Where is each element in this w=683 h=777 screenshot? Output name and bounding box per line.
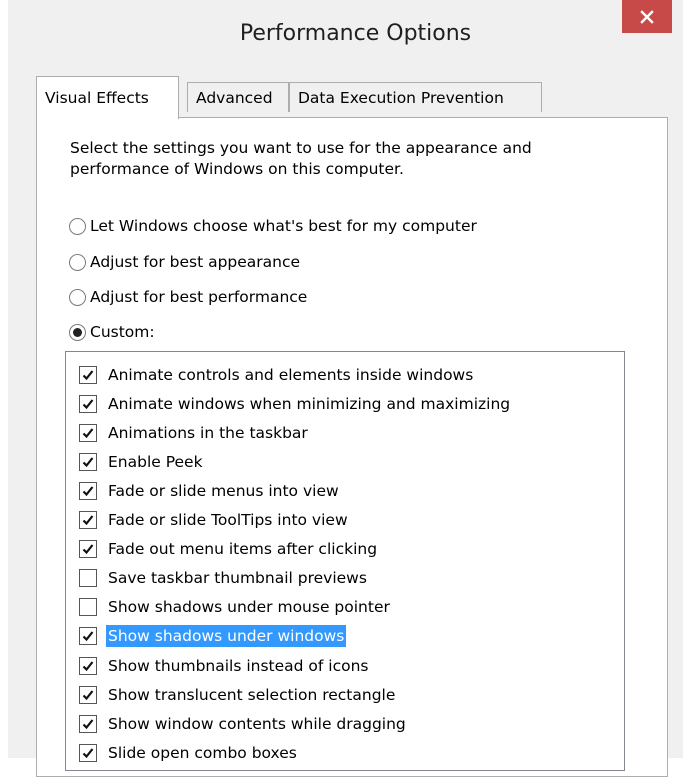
- effect-item[interactable]: Fade or slide menus into view: [79, 476, 341, 505]
- checkmark-icon: [82, 398, 94, 409]
- checkbox[interactable]: [79, 743, 97, 762]
- checkbox[interactable]: [79, 511, 97, 529]
- checkbox[interactable]: [79, 452, 97, 471]
- close-icon: [640, 9, 654, 24]
- effect-item[interactable]: Show shadows under windows: [79, 622, 347, 651]
- effect-label: Fade or slide menus into view: [108, 481, 339, 500]
- effect-label: Slide open combo boxes: [108, 743, 297, 762]
- effect-label: Animate controls and elements inside win…: [108, 365, 474, 384]
- window-title: Performance Options: [239, 21, 472, 46]
- effect-item[interactable]: Animations in the taskbar: [79, 418, 310, 447]
- checkmark-icon: [82, 631, 94, 642]
- tab-visual-effects[interactable]: Visual Effects: [36, 76, 179, 119]
- radio-button[interactable]: [69, 323, 86, 341]
- checkmark-icon: [82, 369, 94, 380]
- effect-item[interactable]: Slide open combo boxes: [79, 738, 299, 767]
- intro-text: Select the settings you want to use for …: [70, 139, 532, 178]
- radio-best-performance[interactable]: Adjust for best performance: [69, 285, 307, 309]
- checkmark-icon: [82, 457, 94, 467]
- effect-item[interactable]: Fade or slide ToolTips into view: [79, 506, 350, 535]
- radio-button[interactable]: [69, 288, 86, 306]
- tab-advanced[interactable]: Advanced: [187, 82, 289, 112]
- checkbox[interactable]: [79, 569, 97, 588]
- checkbox[interactable]: [79, 656, 97, 675]
- radio-label: Adjust for best performance: [90, 288, 308, 306]
- performance-options-window: Performance Options Visual Effects Advan…: [8, 0, 683, 777]
- checkbox[interactable]: [79, 394, 97, 413]
- checkbox[interactable]: [79, 685, 97, 704]
- effect-label: Show window contents while dragging: [108, 714, 406, 733]
- effect-label: Enable Peek: [108, 452, 203, 471]
- radio-label: Adjust for best appearance: [90, 253, 301, 271]
- checkbox[interactable]: [79, 540, 97, 559]
- radio-label: Let Windows choose what's best for my co…: [90, 217, 477, 235]
- radio-button[interactable]: [69, 253, 86, 271]
- visual-effects-panel: Select the settings you want to use for …: [36, 117, 668, 777]
- radio-custom[interactable]: Custom:: [69, 320, 155, 344]
- effect-item[interactable]: Show shadows under mouse pointer: [79, 593, 392, 622]
- checkmark-icon: [82, 544, 94, 555]
- effect-label: Show shadows under mouse pointer: [108, 598, 390, 617]
- effect-item[interactable]: Animate controls and elements inside win…: [79, 360, 475, 389]
- close-button[interactable]: [622, 0, 672, 33]
- checkbox[interactable]: [79, 423, 97, 442]
- radio-best-appearance[interactable]: Adjust for best appearance: [69, 250, 300, 274]
- title-bar[interactable]: Performance Options: [8, 0, 683, 74]
- effect-label: Animations in the taskbar: [108, 423, 308, 442]
- checkbox[interactable]: [79, 365, 97, 384]
- effect-item[interactable]: Show window contents while dragging: [79, 709, 408, 738]
- effect-label: Fade out menu items after clicking: [108, 540, 378, 559]
- effect-label: Show shadows under windows: [106, 625, 347, 648]
- radio-button[interactable]: [69, 217, 86, 235]
- effect-label: Animate windows when minimizing and maxi…: [108, 394, 511, 413]
- effect-label: Fade or slide ToolTips into view: [108, 511, 348, 529]
- checkmark-icon: [82, 689, 94, 700]
- checkbox[interactable]: [79, 481, 97, 500]
- checkmark-icon: [82, 660, 94, 671]
- tab-data-execution-prevention[interactable]: Data Execution Prevention: [289, 82, 542, 112]
- effect-label: Show translucent selection rectangle: [108, 685, 396, 704]
- checkmark-icon: [82, 428, 94, 438]
- checkmark-icon: [82, 486, 94, 497]
- checkbox[interactable]: [79, 714, 97, 733]
- effect-item[interactable]: Save taskbar thumbnail previews: [79, 564, 369, 593]
- visual-effects-list[interactable]: Animate controls and elements inside win…: [65, 351, 625, 771]
- checkmark-icon: [82, 515, 94, 526]
- checkbox[interactable]: [79, 627, 97, 646]
- checkmark-icon: [82, 719, 94, 729]
- effect-item[interactable]: Show thumbnails instead of icons: [79, 651, 371, 680]
- checkbox[interactable]: [79, 598, 97, 617]
- effect-item[interactable]: Animate windows when minimizing and maxi…: [79, 389, 512, 418]
- effect-label: Show thumbnails instead of icons: [108, 656, 369, 675]
- radio-label: Custom:: [90, 323, 155, 341]
- effect-item[interactable]: Show translucent selection rectangle: [79, 680, 397, 709]
- radio-let-windows-choose[interactable]: Let Windows choose what's best for my co…: [69, 214, 477, 238]
- effect-item[interactable]: Fade out menu items after clicking: [79, 535, 379, 564]
- effect-label: Save taskbar thumbnail previews: [108, 569, 367, 588]
- effect-item[interactable]: Enable Peek: [79, 447, 205, 476]
